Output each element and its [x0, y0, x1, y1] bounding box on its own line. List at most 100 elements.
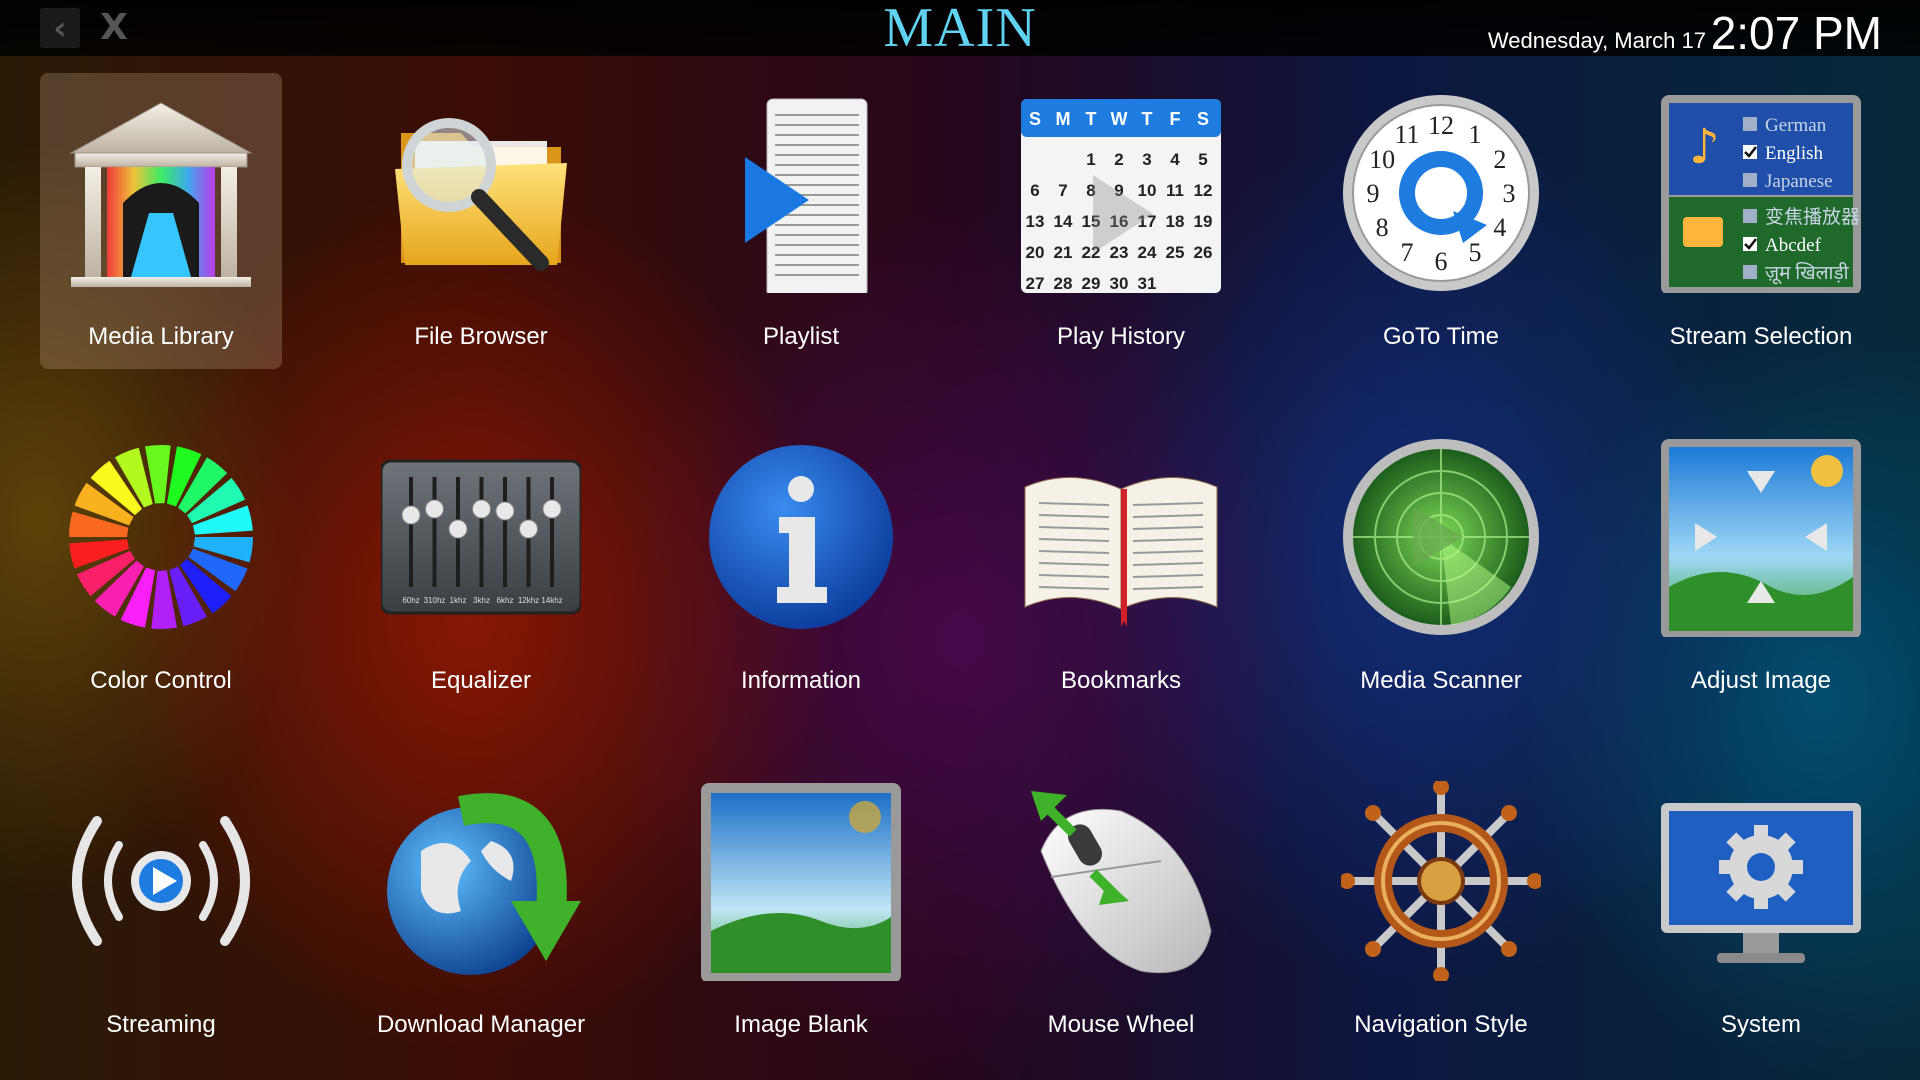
clock-number: 2 [1493, 145, 1506, 174]
calendar-day: 31 [1138, 274, 1157, 293]
calendar-weekday: T [1142, 109, 1153, 129]
calendar-weekday: F [1170, 109, 1181, 129]
tile-media-scanner[interactable]: Media Scanner [1320, 417, 1562, 713]
clock-number: 4 [1493, 213, 1506, 242]
tile-label: Playlist [762, 323, 840, 350]
eq-knob[interactable] [425, 499, 444, 519]
calendar-day: 12 [1194, 181, 1213, 200]
tile-color-control[interactable]: Color Control [40, 417, 282, 713]
checkbox-unchecked[interactable] [1743, 209, 1757, 223]
media-library-icon [61, 93, 261, 293]
calendar-day: 24 [1138, 243, 1157, 262]
calendar-day: 6 [1030, 181, 1039, 200]
clock-number: 6 [1435, 247, 1448, 276]
tile-label: Mouse Wheel [1047, 1011, 1195, 1038]
calendar-weekday: W [1111, 109, 1128, 129]
mouse-wheel-icon [1021, 781, 1221, 981]
eq-knob[interactable] [542, 499, 562, 519]
tile-label: Adjust Image [1690, 667, 1832, 694]
tile-image-blank[interactable]: Image Blank [680, 761, 922, 1057]
tile-download-manager[interactable]: Download Manager [360, 761, 602, 1057]
tile-label: GoTo Time [1382, 323, 1500, 350]
checkbox-unchecked[interactable] [1743, 265, 1757, 279]
tile-label: Play History [1056, 323, 1186, 350]
information-icon [701, 437, 901, 637]
top-bar: ‹ X MAIN Wednesday, March 17 2:07 PM [0, 0, 1920, 59]
time-display: 2:07 PM [1710, 7, 1882, 59]
tile-label: Bookmarks [1060, 667, 1182, 694]
tile-label: Stream Selection [1669, 323, 1853, 350]
eq-knob[interactable] [519, 519, 538, 539]
eq-knob[interactable] [472, 499, 491, 519]
calendar-weekday: M [1056, 109, 1071, 129]
tile-system[interactable]: System [1640, 761, 1882, 1057]
eq-band-label: 310hz [424, 596, 446, 605]
tile-media-library[interactable]: Media Library [40, 73, 282, 369]
image-blank-icon [701, 781, 901, 981]
clock-number: 3 [1503, 179, 1516, 208]
tile-streaming[interactable]: Streaming [40, 761, 282, 1057]
clock-number: 11 [1394, 120, 1419, 149]
calendar-day: 28 [1054, 274, 1073, 293]
eq-band-label: 14khz [541, 596, 562, 605]
calendar-day: 26 [1194, 243, 1213, 262]
eq-knob[interactable] [448, 519, 468, 539]
calendar-day: 18 [1166, 212, 1185, 231]
tile-label: File Browser [414, 323, 548, 350]
calendar-day: 1 [1086, 150, 1095, 169]
checkbox-unchecked[interactable] [1743, 117, 1757, 131]
tile-navigation-style[interactable]: Navigation Style [1320, 761, 1562, 1057]
stream-option-label: ज़ूम खिलाड़ी [1765, 261, 1850, 285]
eq-band-label: 60hz [402, 596, 419, 605]
streaming-icon [61, 781, 261, 981]
calendar-weekday: S [1029, 109, 1041, 129]
calendar-day: 23 [1110, 243, 1129, 262]
calendar-day: 4 [1170, 150, 1180, 169]
eq-knob[interactable] [495, 501, 515, 521]
tile-adjust-image[interactable]: Adjust Image [1640, 417, 1882, 713]
calendar-day: 5 [1198, 150, 1207, 169]
tile-goto-time[interactable]: 12 1 2 3 4 5 6 7 8 9 10 11 GoTo Time [1320, 73, 1562, 369]
stream-option-label: German [1765, 115, 1827, 136]
calendar-day: 27 [1026, 274, 1045, 293]
calendar-weekday: T [1086, 109, 1097, 129]
file-browser-icon [381, 93, 581, 293]
clock-number: 5 [1469, 238, 1482, 267]
svg-text:♪: ♪ [1689, 119, 1720, 175]
tile-label: Media Scanner [1360, 667, 1522, 694]
stream-option-label: 变焦播放器 [1765, 206, 1860, 228]
calendar-day: 29 [1082, 274, 1101, 293]
tile-mouse-wheel[interactable]: Mouse Wheel [1000, 761, 1242, 1057]
tile-equalizer[interactable]: 60hz 310hz 1khz 3khz 6khz 12khz 14khz Equalize… [360, 417, 602, 713]
calendar-day: 7 [1058, 181, 1067, 200]
stream-option-label: Japanese [1765, 171, 1833, 192]
navigation-style-icon [1341, 781, 1541, 981]
calendar-day: 14 [1054, 212, 1073, 231]
calendar-day: 30 [1110, 274, 1129, 293]
adjust-image-icon [1661, 437, 1861, 637]
checkbox-unchecked[interactable] [1743, 173, 1757, 187]
equalizer-icon: 60hz 310hz 1khz 3khz 6khz 12khz 14khz [381, 437, 581, 637]
tile-label: Media Library [88, 323, 234, 350]
tile-label: Image Blank [734, 1011, 868, 1038]
tile-label: Equalizer [430, 667, 532, 694]
goto-time-icon: 12 1 2 3 4 5 6 7 8 9 10 11 [1341, 93, 1541, 293]
clock-number: 10 [1369, 145, 1395, 174]
tile-play-history[interactable]: SMTWTFS 1 2 3 4 5 6 7 8 9 10 11 12 13 14 15 16 17 18 19 20 2… [1000, 73, 1242, 369]
tile-label: Color Control [90, 667, 232, 694]
stream-option-label: English [1765, 143, 1824, 164]
tile-file-browser[interactable]: File Browser [360, 73, 602, 369]
tile-bookmarks[interactable]: Bookmarks [1000, 417, 1242, 713]
tile-label: Navigation Style [1354, 1011, 1528, 1038]
eq-knob[interactable] [401, 505, 421, 525]
tile-playlist[interactable]: Playlist [680, 73, 922, 369]
tile-stream-selection[interactable]: ♪ German English Japanese 变焦播放器 Abcdef ज़ूम … [1640, 73, 1882, 369]
calendar-day: 3 [1142, 150, 1151, 169]
eq-band-label: 1khz [450, 596, 467, 605]
calendar-day: 13 [1026, 212, 1045, 231]
tile-information[interactable]: Information [680, 417, 922, 713]
calendar-weekday: S [1197, 109, 1209, 129]
calendar-day: 21 [1054, 243, 1073, 262]
calendar-day: 19 [1194, 212, 1213, 231]
stream-option-label: Abcdef [1765, 235, 1822, 256]
